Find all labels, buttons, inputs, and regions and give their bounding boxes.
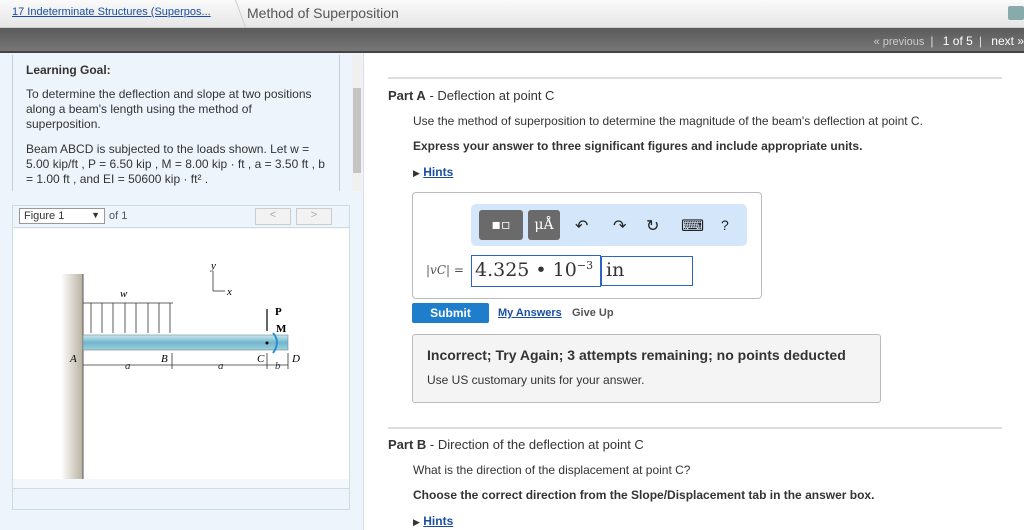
- answer-value-input[interactable]: 4.325 • 10−3: [471, 255, 601, 287]
- next-link[interactable]: next »: [991, 34, 1024, 48]
- undo-icon[interactable]: ↶: [575, 216, 588, 236]
- label-P: P: [275, 306, 282, 318]
- label-C: C: [257, 353, 265, 365]
- label-M: M: [276, 323, 287, 335]
- figure-footer: [13, 488, 349, 509]
- figure-count: of 1: [109, 210, 128, 222]
- print-icon[interactable]: [1008, 6, 1024, 20]
- label-A: A: [69, 353, 77, 365]
- answer-label: |vC| =: [426, 263, 464, 277]
- label-x: x: [226, 286, 232, 298]
- part-b-question: What is the direction of the displacemen…: [413, 463, 691, 477]
- part-b-hints[interactable]: ▶ Hints: [413, 514, 453, 528]
- previous-link[interactable]: « previous: [874, 36, 925, 48]
- answer-box: ▪▫ μÅ ↶ ↷ ↻ ⌨ ? |vC| = 4.325 • 10−3 in: [412, 192, 762, 299]
- math-toolbar: ▪▫ μÅ ↶ ↷ ↻ ⌨ ?: [471, 204, 747, 246]
- label-b: b: [275, 360, 281, 372]
- label-B: B: [161, 353, 168, 365]
- page-title: Method of Superposition: [247, 5, 399, 21]
- figure-select[interactable]: Figure 1 ▼: [19, 208, 105, 224]
- my-answers-link[interactable]: My Answers: [498, 307, 562, 319]
- label-w: w: [120, 288, 128, 300]
- feedback-text: Use US customary units for your answer.: [427, 373, 645, 387]
- left-panel: Learning Goal: To determine the deflecti…: [0, 53, 364, 530]
- part-a-hints[interactable]: ▶ Hints: [413, 165, 453, 179]
- divider: [388, 427, 1002, 429]
- template-icon[interactable]: ▪▫: [479, 210, 523, 240]
- redo-icon[interactable]: ↷: [613, 216, 626, 236]
- goal-heading: Learning Goal:: [26, 63, 111, 77]
- goal-text: To determine the deflection and slope at…: [26, 87, 312, 131]
- part-a-question: Use the method of superposition to deter…: [413, 114, 923, 128]
- submit-button[interactable]: Submit: [412, 303, 489, 323]
- goal-scrollbar[interactable]: [352, 55, 362, 191]
- answer-unit-input[interactable]: in: [601, 256, 693, 286]
- divider: [388, 77, 1002, 79]
- nav-bar: « previous | 1 of 5 | next »: [0, 28, 1024, 53]
- beam-figure: w y x P M A B C D a a b: [13, 229, 349, 479]
- top-bar: 17 Indeterminate Structures (Superpos...…: [0, 0, 1024, 28]
- label-y: y: [210, 260, 216, 272]
- label-a2: a: [218, 360, 224, 372]
- part-b-instruction: Choose the correct direction from the Sl…: [413, 488, 875, 502]
- learning-goal: Learning Goal: To determine the deflecti…: [12, 55, 340, 191]
- keyboard-icon[interactable]: ⌨: [681, 216, 704, 236]
- units-button[interactable]: μÅ: [528, 210, 560, 240]
- figure-next-button[interactable]: >: [296, 208, 332, 225]
- label-D: D: [291, 353, 300, 365]
- figure-prev-button[interactable]: <: [255, 208, 291, 225]
- part-a-heading: Part A - Deflection at point C: [388, 88, 555, 103]
- problem-text: Beam ABCD is subjected to the loads show…: [26, 142, 325, 186]
- page-position: 1 of 5: [942, 34, 973, 48]
- help-icon[interactable]: ?: [721, 217, 729, 233]
- right-panel: Part A - Deflection at point C Use the m…: [365, 53, 1024, 530]
- give-up-button[interactable]: Give Up: [572, 307, 614, 319]
- label-a1: a: [125, 360, 131, 372]
- feedback-title: Incorrect; Try Again; 3 attempts remaini…: [427, 347, 846, 363]
- reset-icon[interactable]: ↻: [646, 216, 659, 236]
- breadcrumb-separator: [222, 0, 247, 28]
- figure-panel: Figure 1 ▼ of 1 < > w y x P M A B C D a …: [12, 205, 350, 510]
- breadcrumb-link[interactable]: 17 Indeterminate Structures (Superpos...: [12, 6, 211, 18]
- part-b-heading: Part B - Direction of the deflection at …: [388, 437, 644, 452]
- feedback-box: Incorrect; Try Again; 3 attempts remaini…: [412, 334, 881, 403]
- part-a-instruction: Express your answer to three significant…: [413, 139, 863, 153]
